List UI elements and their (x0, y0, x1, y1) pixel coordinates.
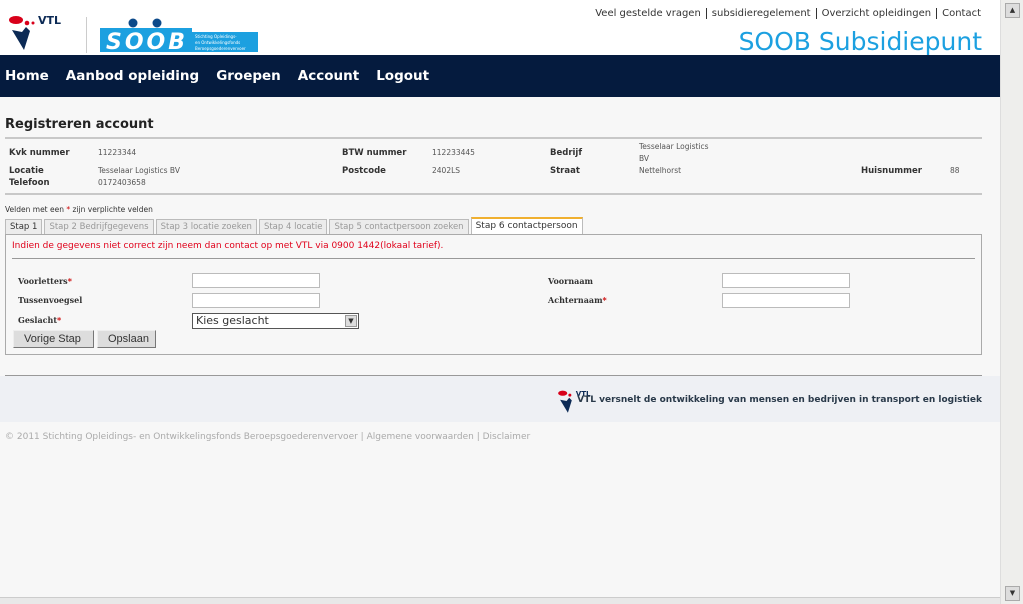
link-faq[interactable]: Veel gestelde vragen (590, 8, 706, 19)
kvk-label: Kvk nummer (9, 148, 70, 158)
svg-text:Stichting Opleidings-: Stichting Opleidings- (195, 34, 237, 39)
logo-divider (86, 17, 87, 53)
svg-text:VTL: VTL (38, 14, 61, 27)
horizontal-scrollbar[interactable] (0, 597, 1000, 604)
svg-text:Beroepsgoederenvervoer: Beroepsgoederenvervoer (195, 46, 246, 51)
btw-label: BTW nummer (342, 148, 407, 158)
page: VTL SOOB Stichting Opleidings-en Ontwikk… (0, 0, 1000, 597)
footer-band: VTL VTL versnelt de ontwikkeling van men… (0, 376, 1000, 422)
opslaan-button[interactable]: Opslaan (97, 330, 156, 348)
voorletters-label: Voorletters* (18, 276, 72, 286)
warning-message: Indien de gegevens niet correct zijn nee… (12, 241, 444, 251)
link-subsidieregelement[interactable]: subsidieregelement (705, 8, 816, 19)
step-tabs: Stap 1 Stap 2 Bedrijfgegevens Stap 3 loc… (5, 217, 982, 234)
telefoon-value: 0172403658 (98, 178, 146, 187)
straat-value: Nettelhorst (639, 166, 682, 175)
required-note: Velden met een * zijn verplichte velden (5, 205, 153, 214)
bedrijf-value-2: BV (639, 154, 650, 163)
link-algemene-voorwaarden[interactable]: Algemene voorwaarden (367, 432, 474, 442)
account-info: Kvk nummer 11223344 BTW nummer 112233445… (5, 139, 982, 189)
huisnummer-value: 88 (950, 166, 960, 175)
postcode-label: Postcode (342, 166, 386, 176)
telefoon-label: Telefoon (9, 178, 50, 188)
link-overzicht-opleidingen[interactable]: Overzicht opleidingen (815, 8, 937, 19)
btw-value: 112233445 (432, 148, 475, 157)
vtl-logo[interactable]: VTL (8, 12, 68, 52)
kvk-value: 11223344 (98, 148, 137, 157)
voornaam-label: Voornaam (548, 276, 594, 286)
contact-form: Indien de gegevens niet correct zijn nee… (5, 234, 982, 355)
tab-stap-6[interactable]: Stap 6 contactpersoon (470, 217, 583, 234)
voorletters-input[interactable] (192, 273, 320, 288)
copyright-text: © 2011 Stichting Opleidings- en Ontwikke… (5, 432, 358, 442)
bedrijf-label: Bedrijf (550, 148, 583, 158)
site-title: SOOB Subsidiepunt (738, 27, 982, 56)
link-disclaimer[interactable]: Disclaimer (483, 432, 531, 442)
tab-stap-2[interactable]: Stap 2 Bedrijfgegevens (44, 219, 154, 234)
scroll-down-icon[interactable]: ▼ (1005, 586, 1020, 601)
footer-slogan: VTL versnelt de ontwikkeling van mensen … (577, 395, 982, 405)
tussenvoegsel-input[interactable] (192, 293, 320, 308)
tab-stap-3[interactable]: Stap 3 locatie zoeken (155, 219, 257, 234)
chevron-down-icon[interactable]: ▼ (345, 315, 357, 327)
achternaam-input[interactable] (722, 293, 850, 308)
voornaam-input[interactable] (722, 273, 850, 288)
main-nav: Home Aanbod opleiding Groepen Account Lo… (0, 55, 1000, 97)
scroll-up-icon[interactable]: ▲ (1005, 3, 1020, 18)
nav-groepen[interactable]: Groepen (216, 68, 281, 84)
svg-text:en Ontwikkelingsfonds: en Ontwikkelingsfonds (195, 40, 240, 45)
geslacht-select[interactable]: Kies geslacht ▼ (192, 313, 359, 329)
copyright-bar: © 2011 Stichting Opleidings- en Ontwikke… (5, 432, 531, 442)
nav-aanbod-opleiding[interactable]: Aanbod opleiding (66, 68, 199, 84)
bedrijf-value-1: Tesselaar Logistics (639, 142, 709, 151)
top-links: Veel gestelde vragen subsidieregelement Ov… (590, 8, 986, 19)
divider (5, 193, 982, 195)
tab-stap-5[interactable]: Stap 5 contactpersoon zoeken (329, 219, 469, 234)
achternaam-label: Achternaam* (548, 295, 607, 305)
geslacht-label: Geslacht* (18, 315, 62, 325)
svg-text:SOOB: SOOB (106, 30, 188, 54)
tab-stap-1[interactable]: Stap 1 (5, 219, 43, 234)
soob-logo[interactable]: SOOB Stichting Opleidings-en Ontwikkelin… (100, 18, 260, 54)
divider (12, 258, 975, 259)
header: VTL SOOB Stichting Opleidings-en Ontwikk… (0, 0, 1000, 56)
page-title: Registreren account (5, 117, 154, 132)
vorige-stap-button[interactable]: Vorige Stap (13, 330, 94, 348)
vertical-scrollbar[interactable]: ▲ ▼ (1000, 0, 1023, 604)
nav-account[interactable]: Account (298, 68, 359, 84)
locatie-label: Locatie (9, 166, 44, 176)
locatie-value: Tesselaar Logistics BV (98, 166, 180, 175)
link-contact[interactable]: Contact (936, 8, 986, 19)
huisnummer-label: Huisnummer (861, 166, 922, 176)
postcode-value: 2402LS (432, 166, 461, 175)
straat-label: Straat (550, 166, 580, 176)
nav-home[interactable]: Home (5, 68, 49, 84)
tab-stap-4[interactable]: Stap 4 locatie (258, 219, 328, 234)
tussenvoegsel-label: Tussenvoegsel (18, 295, 83, 305)
nav-logout[interactable]: Logout (376, 68, 429, 84)
